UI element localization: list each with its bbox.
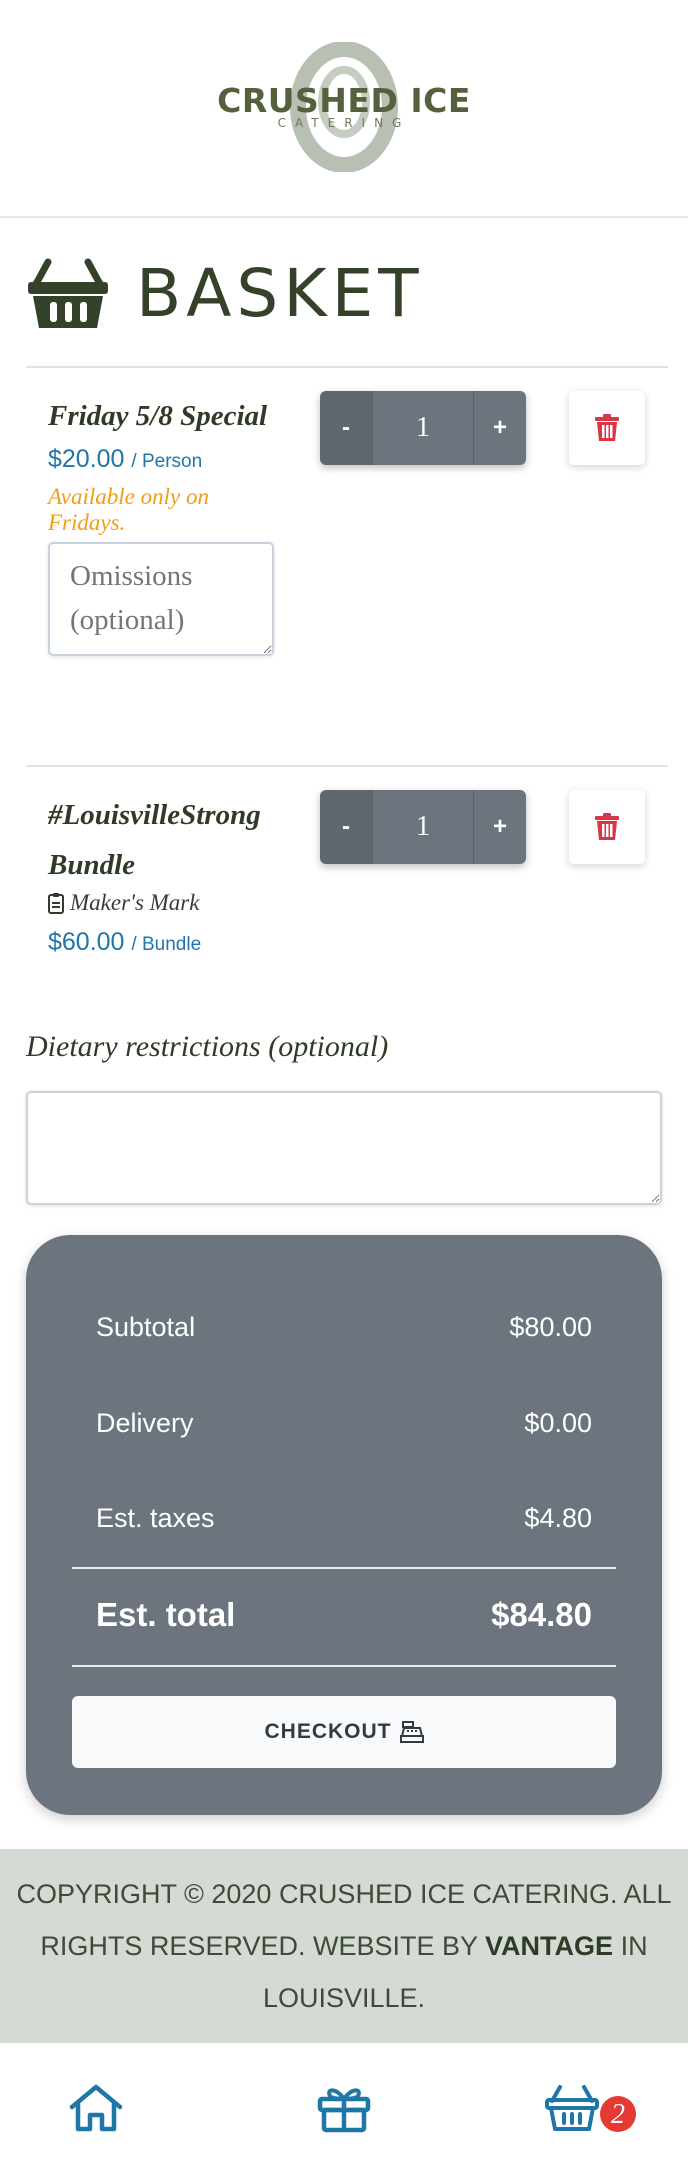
nav-basket[interactable]	[544, 2083, 600, 2133]
omissions-field[interactable]	[48, 542, 274, 656]
quantity-stepper: - 1 +	[320, 391, 526, 465]
gift-icon	[317, 2088, 371, 2133]
price-unit: / Bundle	[131, 934, 202, 955]
cash-register-icon	[399, 1721, 424, 1743]
basket-icon	[28, 258, 108, 328]
item-name: Friday 5/8 Special	[48, 400, 268, 432]
clipboard-icon	[48, 893, 64, 914]
summary-divider	[72, 1567, 616, 1569]
decrease-button[interactable]: -	[320, 391, 372, 465]
item-price: $60.00 / Bundle	[48, 928, 298, 957]
bottom-nav	[0, 2043, 688, 2175]
taxes-value: $4.80	[524, 1503, 592, 1533]
basket-item: #LouisvilleStrong Bundle Maker's Mark $6…	[48, 790, 298, 957]
total-value: $84.80	[491, 1596, 592, 1633]
item-note-text: Maker's Mark	[70, 890, 200, 915]
page-heading: BASKET	[26, 258, 424, 330]
quantity-value[interactable]: 1	[372, 391, 474, 465]
site-footer: COPYRIGHT © 2020 CRUSHED ICE CATERING. A…	[0, 1849, 688, 2043]
agency-link[interactable]: VANTAGE	[485, 1931, 613, 1961]
delivery-row: Delivery $0.00	[96, 1408, 592, 1439]
brand-logo[interactable]: CRUSHED ICE CATERING	[214, 38, 474, 178]
quantity-stepper: - 1 +	[320, 790, 526, 864]
trash-icon	[595, 813, 619, 840]
decrease-button[interactable]: -	[320, 790, 372, 864]
availability-note: Available only on Fridays.	[48, 484, 209, 535]
delivery-label: Delivery	[96, 1408, 194, 1438]
item-price: $20.00 / Person	[48, 445, 288, 474]
brand-tagline: CATERING	[277, 116, 411, 130]
subtotal-row: Subtotal $80.00	[96, 1312, 592, 1343]
price-value: $20.00	[48, 445, 125, 473]
divider	[26, 765, 668, 767]
total-label: Est. total	[96, 1596, 236, 1633]
remove-item-button[interactable]	[569, 790, 645, 864]
divider	[26, 366, 668, 368]
price-unit: / Person	[131, 451, 203, 472]
dietary-label: Dietary restrictions (optional)	[26, 1030, 389, 1063]
basket-nav-icon	[545, 2085, 599, 2131]
total-row: Est. total $84.80	[96, 1596, 592, 1634]
subtotal-value: $80.00	[509, 1312, 592, 1342]
basket-item: Friday 5/8 Special $20.00 / Person Avail…	[48, 391, 288, 661]
nav-gift[interactable]	[316, 2083, 372, 2133]
site-header: CRUSHED ICE CATERING	[0, 0, 688, 218]
basket-count-badge: 2	[600, 2096, 636, 2132]
dietary-restrictions-field[interactable]	[26, 1091, 662, 1205]
copyright-text: COPYRIGHT © 2020 CRUSHED ICE CATERING. A…	[4, 1868, 684, 2024]
home-icon	[69, 2084, 123, 2132]
remove-item-button[interactable]	[569, 391, 645, 465]
price-value: $60.00	[48, 928, 125, 956]
nav-home[interactable]	[68, 2083, 124, 2133]
trash-icon	[595, 414, 619, 441]
order-summary: Subtotal $80.00 Delivery $0.00 Est. taxe…	[26, 1235, 662, 1815]
increase-button[interactable]: +	[474, 391, 526, 465]
page-title: BASKET	[136, 255, 424, 332]
taxes-label: Est. taxes	[96, 1503, 215, 1533]
brand-name: CRUSHED ICE	[217, 80, 471, 120]
item-note: Maker's Mark	[48, 890, 298, 916]
increase-button[interactable]: +	[474, 790, 526, 864]
checkout-label: CHECKOUT	[264, 1720, 392, 1743]
taxes-row: Est. taxes $4.80	[96, 1503, 592, 1534]
subtotal-label: Subtotal	[96, 1312, 196, 1342]
delivery-value: $0.00	[524, 1408, 592, 1438]
summary-divider	[72, 1665, 616, 1667]
quantity-value[interactable]: 1	[372, 790, 474, 864]
item-name: #LouisvilleStrong Bundle	[48, 799, 261, 881]
checkout-button[interactable]: CHECKOUT	[72, 1696, 616, 1768]
